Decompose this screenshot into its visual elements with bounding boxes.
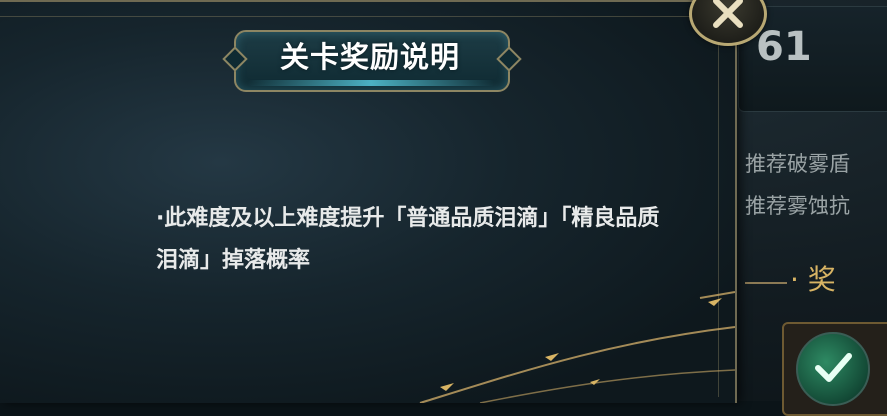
recommend-line-1: 推荐破雾盾 bbox=[745, 152, 850, 176]
recommend-line-2: 推荐雾蚀抗 bbox=[745, 194, 850, 218]
reward-divider bbox=[745, 282, 787, 284]
title-glow bbox=[248, 80, 494, 86]
close-icon bbox=[713, 0, 743, 28]
reward-info-dialog: 关卡奖励说明 ·此难度及以上难度提升「普通品质泪滴」「精良品质泪滴」掉落概率 bbox=[0, 0, 737, 403]
reward-description: ·此难度及以上难度提升「普通品质泪滴」「精良品质泪滴」掉落概率 bbox=[156, 206, 660, 273]
reward-heading: · 奖 bbox=[790, 263, 836, 296]
check-icon bbox=[796, 332, 870, 406]
stage-number-61: 61 bbox=[756, 24, 812, 70]
dialog-title: 关卡奖励说明 bbox=[279, 40, 460, 74]
